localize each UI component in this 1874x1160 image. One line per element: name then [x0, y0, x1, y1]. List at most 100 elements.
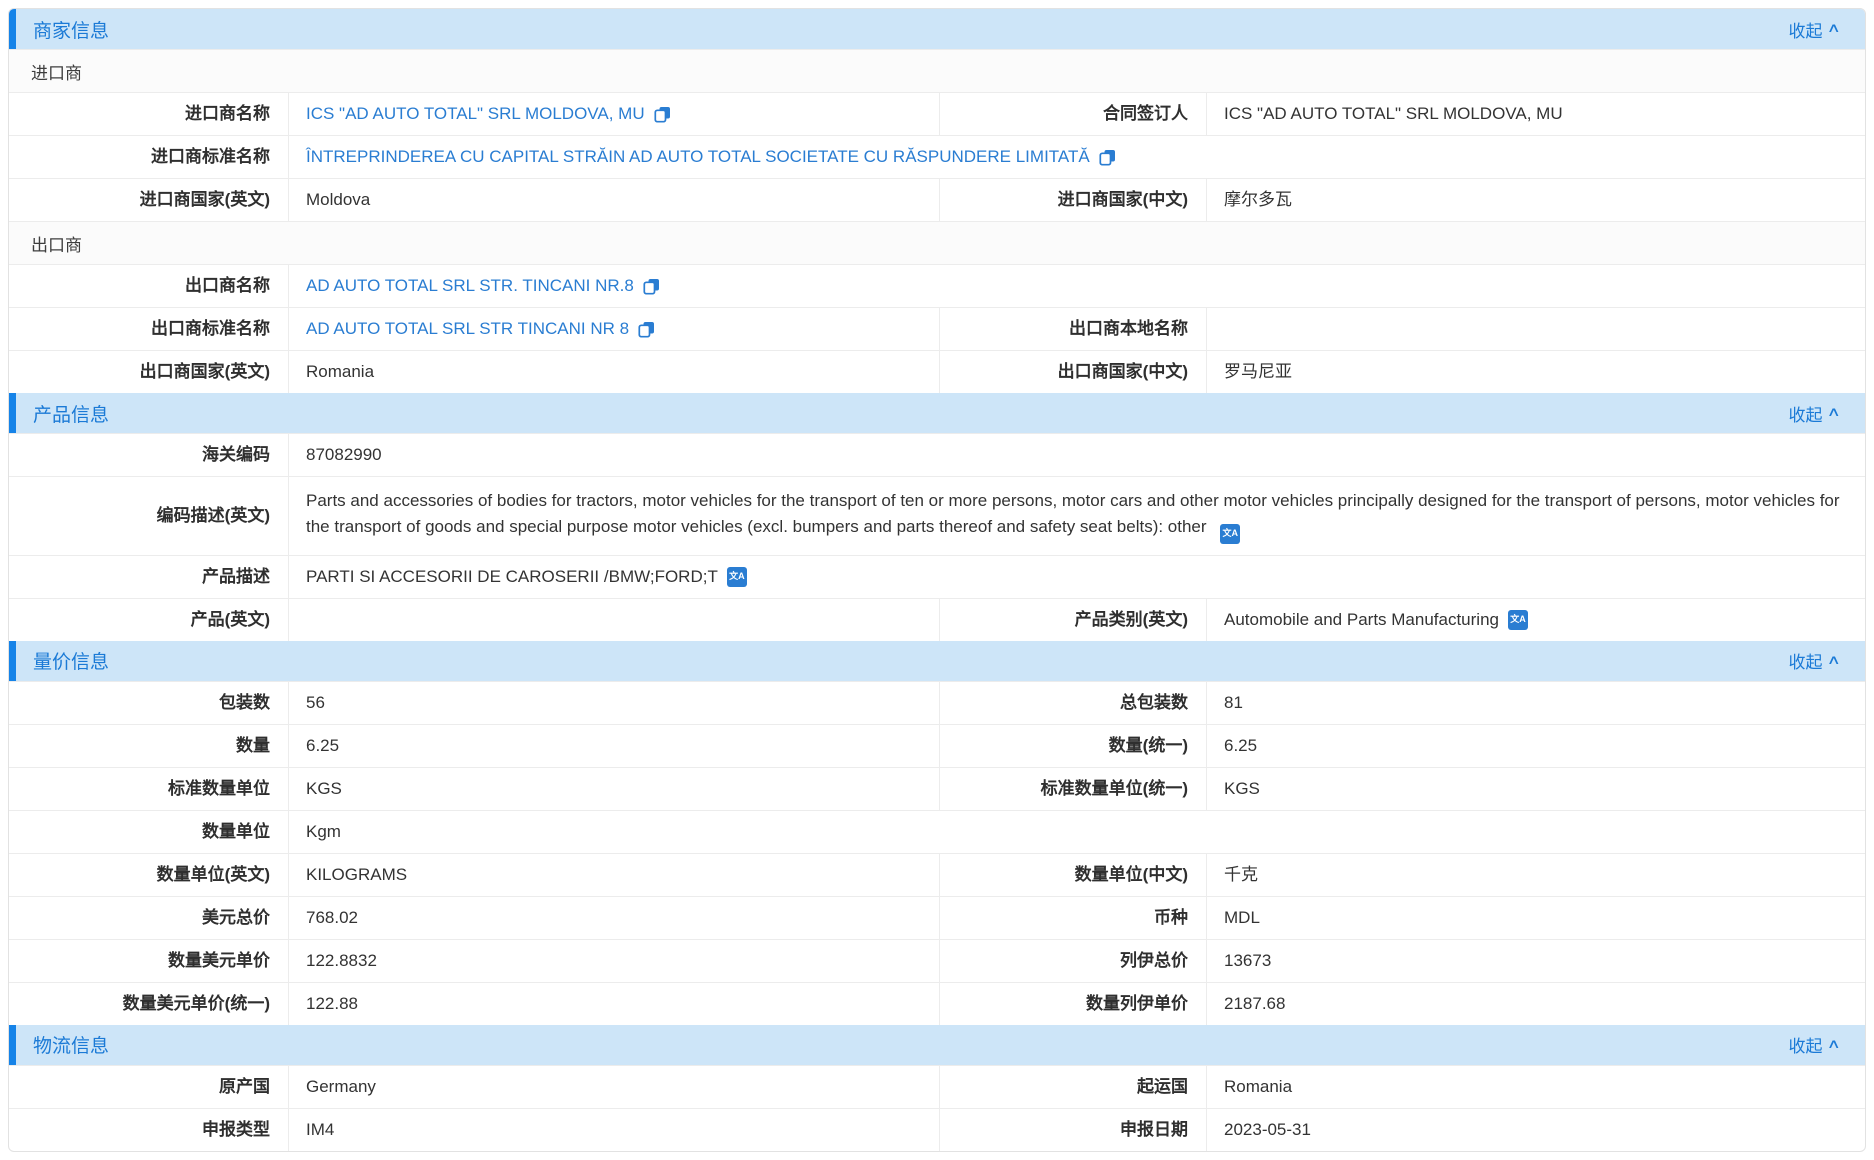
table-row-exporter-name: 出口商名称 AD AUTO TOTAL SRL STR. TINCANI NR.…: [9, 264, 1865, 307]
product-category-label: 产品类别(英文): [939, 599, 1206, 641]
collapse-label: 收起: [1788, 17, 1822, 42]
table-row-importer-country: 进口商国家(英文) Moldova 进口商国家(中文) 摩尔多瓦: [9, 178, 1865, 221]
section-title-quantity-price: 量价信息: [33, 647, 109, 674]
table-row-package-count: 包装数 56 总包装数 81: [9, 681, 1865, 724]
importer-name-value: ICS "AD AUTO TOTAL" SRL MOLDOVA, MU: [288, 93, 939, 135]
section-title-product: 产品信息: [33, 400, 109, 427]
currency-label: 币种: [939, 897, 1206, 939]
table-row-usd-total: 美元总价 768.02 币种 MDL: [9, 896, 1865, 939]
exporter-name-label: 出口商名称: [9, 265, 288, 307]
origin-country-label: 原产国: [9, 1066, 288, 1108]
collapse-label: 收起: [1788, 401, 1822, 426]
table-row-hs-code: 海关编码 87082990: [9, 433, 1865, 476]
importer-standard-name-link[interactable]: ÎNTREPRINDEREA CU CAPITAL STRĂIN AD AUTO…: [306, 144, 1090, 170]
quantity-unit-label: 数量单位: [9, 811, 288, 853]
product-category-value: Automobile and Parts Manufacturing 文A: [1206, 599, 1865, 641]
table-row-usd-unit-price: 数量美元单价 122.8832 列伊总价 13673: [9, 939, 1865, 982]
group-header-importer: 进口商: [9, 49, 1865, 92]
usd-unit-price-unified-value: 122.88: [288, 983, 939, 1025]
product-en-value: [288, 599, 939, 641]
exporter-standard-name-label: 出口商标准名称: [9, 308, 288, 350]
origin-country-value: Germany: [288, 1066, 939, 1108]
package-count-label: 包装数: [9, 682, 288, 724]
section-header-product: 产品信息 收起 ∧: [9, 393, 1865, 433]
collapse-merchant-button[interactable]: 收起 ∧: [1788, 17, 1839, 42]
importer-country-cn-value: 摩尔多瓦: [1206, 179, 1865, 221]
collapse-quantity-price-button[interactable]: 收起 ∧: [1788, 648, 1839, 673]
contract-signer-label: 合同签订人: [939, 93, 1206, 135]
table-row-importer-standard-name: 进口商标准名称 ÎNTREPRINDEREA CU CAPITAL STRĂIN…: [9, 135, 1865, 178]
currency-value: MDL: [1206, 897, 1865, 939]
table-row-code-description: 编码描述(英文) Parts and accessories of bodies…: [9, 476, 1865, 555]
chevron-up-icon: ∧: [1827, 1036, 1841, 1052]
declaration-date-value: 2023-05-31: [1206, 1109, 1865, 1151]
quantity-unit-value: Kgm: [288, 811, 1865, 853]
table-row-importer-name: 进口商名称 ICS "AD AUTO TOTAL" SRL MOLDOVA, M…: [9, 92, 1865, 135]
exporter-local-name-value: [1206, 308, 1865, 350]
translate-icon[interactable]: 文A: [1508, 610, 1528, 630]
leu-unit-price-value: 2187.68: [1206, 983, 1865, 1025]
chevron-up-icon: ∧: [1827, 20, 1841, 36]
usd-total-value: 768.02: [288, 897, 939, 939]
departure-country-label: 起运国: [939, 1066, 1206, 1108]
quantity-value: 6.25: [288, 725, 939, 767]
exporter-country-cn-value: 罗马尼亚: [1206, 351, 1865, 393]
table-row-origin-country: 原产国 Germany 起运国 Romania: [9, 1065, 1865, 1108]
section-title-merchant: 商家信息: [33, 16, 109, 43]
importer-name-link[interactable]: ICS "AD AUTO TOTAL" SRL MOLDOVA, MU: [306, 101, 645, 127]
translate-icon[interactable]: 文A: [1220, 524, 1240, 544]
usd-unit-price-unified-label: 数量美元单价(统一): [9, 983, 288, 1025]
importer-country-en-value: Moldova: [288, 179, 939, 221]
collapse-logistics-button[interactable]: 收起 ∧: [1788, 1032, 1839, 1057]
table-row-product-en: 产品(英文) 产品类别(英文) Automobile and Parts Man…: [9, 598, 1865, 641]
table-row-usd-unit-price-unified: 数量美元单价(统一) 122.88 数量列伊单价 2187.68: [9, 982, 1865, 1025]
table-row-standard-unit: 标准数量单位 KGS 标准数量单位(统一) KGS: [9, 767, 1865, 810]
section-header-quantity-price: 量价信息 收起 ∧: [9, 641, 1865, 681]
exporter-standard-name-value: AD AUTO TOTAL SRL STR TINCANI NR 8: [288, 308, 939, 350]
section-header-merchant: 商家信息 收起 ∧: [9, 9, 1865, 49]
table-row-product-description: 产品描述 PARTI SI ACCESORII DE CAROSERII /BM…: [9, 555, 1865, 598]
exporter-name-value: AD AUTO TOTAL SRL STR. TINCANI NR.8: [288, 265, 1865, 307]
hs-code-label: 海关编码: [9, 434, 288, 476]
exporter-name-link[interactable]: AD AUTO TOTAL SRL STR. TINCANI NR.8: [306, 273, 634, 299]
importer-country-cn-label: 进口商国家(中文): [939, 179, 1206, 221]
quantity-label: 数量: [9, 725, 288, 767]
leu-total-value: 13673: [1206, 940, 1865, 982]
exporter-local-name-label: 出口商本地名称: [939, 308, 1206, 350]
declaration-date-label: 申报日期: [939, 1109, 1206, 1151]
total-package-count-value: 81: [1206, 682, 1865, 724]
package-count-value: 56: [288, 682, 939, 724]
copy-icon[interactable]: [643, 278, 660, 295]
standard-unit-unified-label: 标准数量单位(统一): [939, 768, 1206, 810]
standard-unit-value: KGS: [288, 768, 939, 810]
product-description-text: PARTI SI ACCESORII DE CAROSERII /BMW;FOR…: [306, 564, 718, 590]
quantity-unit-en-label: 数量单位(英文): [9, 854, 288, 896]
contract-signer-value: ICS "AD AUTO TOTAL" SRL MOLDOVA, MU: [1206, 93, 1865, 135]
translate-icon[interactable]: 文A: [727, 567, 747, 587]
standard-unit-unified-value: KGS: [1206, 768, 1865, 810]
group-header-exporter: 出口商: [9, 221, 1865, 264]
copy-icon[interactable]: [1099, 149, 1116, 166]
collapse-label: 收起: [1788, 648, 1822, 673]
usd-total-label: 美元总价: [9, 897, 288, 939]
standard-unit-label: 标准数量单位: [9, 768, 288, 810]
quantity-unit-en-value: KILOGRAMS: [288, 854, 939, 896]
collapse-product-button[interactable]: 收起 ∧: [1788, 401, 1839, 426]
exporter-country-cn-label: 出口商国家(中文): [939, 351, 1206, 393]
exporter-standard-name-link[interactable]: AD AUTO TOTAL SRL STR TINCANI NR 8: [306, 316, 629, 342]
trade-record-detail: 商家信息 收起 ∧ 进口商 进口商名称 ICS "AD AUTO TOTAL" …: [8, 8, 1866, 1152]
copy-icon[interactable]: [654, 106, 671, 123]
collapse-label: 收起: [1788, 1032, 1822, 1057]
usd-unit-price-label: 数量美元单价: [9, 940, 288, 982]
usd-unit-price-value: 122.8832: [288, 940, 939, 982]
importer-standard-name-value: ÎNTREPRINDEREA CU CAPITAL STRĂIN AD AUTO…: [288, 136, 1865, 178]
departure-country-value: Romania: [1206, 1066, 1865, 1108]
section-header-logistics: 物流信息 收起 ∧: [9, 1025, 1865, 1065]
total-package-count-label: 总包装数: [939, 682, 1206, 724]
quantity-unified-value: 6.25: [1206, 725, 1865, 767]
declaration-type-label: 申报类型: [9, 1109, 288, 1151]
table-row-declaration: 申报类型 IM4 申报日期 2023-05-31: [9, 1108, 1865, 1151]
exporter-country-en-label: 出口商国家(英文): [9, 351, 288, 393]
copy-icon[interactable]: [638, 321, 655, 338]
product-en-label: 产品(英文): [9, 599, 288, 641]
